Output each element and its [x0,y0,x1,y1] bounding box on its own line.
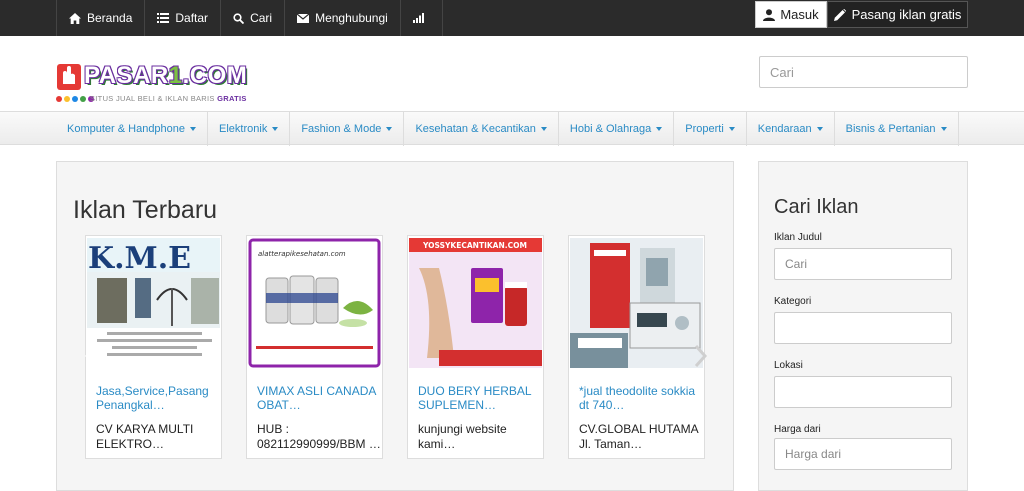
category-menu-item[interactable]: Komputer & Handphone [56,112,209,146]
list-icon [157,13,170,23]
location-input[interactable] [774,376,952,408]
nav-contact[interactable]: Menghubungi [285,0,401,36]
search-ads-panel: Cari Iklan Iklan Judul Kategori Lokasi H… [758,161,968,491]
thumb-site-text: alatterapikesehatan.com [258,250,346,258]
listing-thumbnail: YOSSYKECANTIKAN.COM [409,238,542,368]
thumb-kme-text: K.M.E [88,241,191,276]
user-icon [763,8,776,21]
category-menu-item[interactable]: Fashion & Mode [290,112,405,146]
caret-down-icon [272,127,279,131]
category-list: Komputer & Handphone Elektronik Fashion & … [56,112,959,146]
post-ad-label: Pasang iklan gratis [851,7,962,22]
nav-list[interactable]: Daftar [145,0,222,36]
signal-icon [412,13,424,23]
nav-rss[interactable] [401,0,443,36]
category-menu-label: Hobi & Olahraga [569,123,652,135]
caret-down-icon [386,127,393,131]
caret-down-icon [540,127,547,131]
nav-home-label: Beranda [87,11,133,25]
login-label: Masuk [780,7,819,22]
listing-thumbnail [570,238,703,368]
caret-down-icon [656,127,663,131]
nav-search[interactable]: Cari [221,0,286,36]
listing-description: HUB : 082112990999/BBM … [257,422,381,451]
home-icon [69,12,81,24]
nav-home[interactable]: Beranda [56,0,146,36]
logo-wordmark: PASAR1.COM [84,63,247,89]
logo-text-c: .COM [182,62,248,89]
category-input[interactable] [774,312,952,344]
login-button[interactable]: Masuk [755,1,827,28]
top-nav: Beranda Daftar Cari Menghubungi [56,0,443,36]
category-menu-item[interactable]: Elektronik [208,112,291,146]
listing-card[interactable]: *jual theodolite sokkia dt 740… CV.GLOBA… [568,235,705,459]
listing-title[interactable]: Jasa,Service,Pasang Penangkal… [96,384,218,412]
pencil-icon [833,8,846,21]
carousel-prev-arrow-icon[interactable] [84,344,100,368]
caret-down-icon [728,127,735,131]
caret-down-icon [816,127,823,131]
category-menu-item[interactable]: Hobi & Olahraga [559,112,675,146]
logo-tagline: SITUS JUAL BELI & IKLAN BARIS GRATIS [90,94,247,103]
price-from-label: Harga dari [774,424,821,435]
thumb-brand-text: YOSSYKECANTIKAN.COM [422,241,527,250]
latest-ads-panel: Iklan Terbaru K.M.E Jasa,Service,Pasang … [56,161,734,491]
listing-title[interactable]: *jual theodolite sokkia dt 740… [579,384,701,412]
listing-description: CV.GLOBAL HUTAMA Jl. Taman… [579,422,698,451]
carousel-next-arrow-icon[interactable] [692,344,708,368]
logo-text-a: PASAR [84,62,169,89]
category-menu-item[interactable]: Bisnis & Pertanian [835,112,959,146]
category-menu-label: Kendaraan [757,123,812,135]
listing-card[interactable]: YOSSYKECANTIKAN.COM DUO BERY HERBAL SUPL… [407,235,544,459]
category-menu-item[interactable]: Kendaraan [747,112,835,146]
listing-description: CV KARYA MULTI ELEKTRO… [96,422,194,451]
listing-description: kunjungi website kami… [418,422,507,451]
price-from-input[interactable] [774,438,952,470]
search-ads-heading: Cari Iklan [774,196,859,218]
post-ad-button[interactable]: Pasang iklan gratis [827,1,968,28]
category-menu-label: Bisnis & Pertanian [845,123,936,135]
location-field-label: Lokasi [774,360,803,371]
site-logo[interactable]: PASAR1.COM SITUS JUAL BELI & IKLAN BARIS… [56,62,256,108]
top-bar: Beranda Daftar Cari Menghubungi Masuk Pa… [0,0,1024,36]
logo-text-b: 1 [168,62,183,89]
nav-search-label: Cari [250,11,273,25]
category-bar: Komputer & Handphone Elektronik Fashion & … [0,111,1024,146]
listing-thumbnail: alatterapikesehatan.com [248,238,381,368]
listing-thumbnail: K.M.E [87,238,220,368]
caret-down-icon [940,127,947,131]
logo-dots [56,96,94,102]
category-menu-label: Komputer & Handphone [67,123,186,135]
title-field-label: Iklan Judul [774,232,822,243]
nav-contact-label: Menghubungi [315,11,388,25]
hand-logo-icon [57,64,81,90]
category-menu-item[interactable]: Properti [674,112,747,146]
caret-down-icon [190,127,197,131]
search-icon [233,12,245,24]
listing-title[interactable]: DUO BERY HERBAL SUPLEMEN… [418,384,540,412]
category-menu-label: Fashion & Mode [301,123,382,135]
header-search-input[interactable] [759,56,968,88]
title-search-input[interactable] [774,248,952,280]
category-menu-label: Properti [685,123,724,135]
listing-card[interactable]: K.M.E Jasa,Service,Pasang Penangkal… CV … [85,235,222,459]
category-field-label: Kategori [774,296,812,307]
category-menu-label: Elektronik [219,123,268,135]
nav-list-label: Daftar [175,11,209,25]
latest-ads-heading: Iklan Terbaru [73,196,218,224]
envelope-icon [297,13,310,23]
category-menu-item[interactable]: Kesehatan & Kecantikan [404,112,559,146]
listing-card[interactable]: alatterapikesehatan.com VIMAX ASLI CANAD… [246,235,383,459]
category-menu-label: Kesehatan & Kecantikan [415,123,536,135]
listing-title[interactable]: VIMAX ASLI CANADA OBAT… [257,384,379,412]
